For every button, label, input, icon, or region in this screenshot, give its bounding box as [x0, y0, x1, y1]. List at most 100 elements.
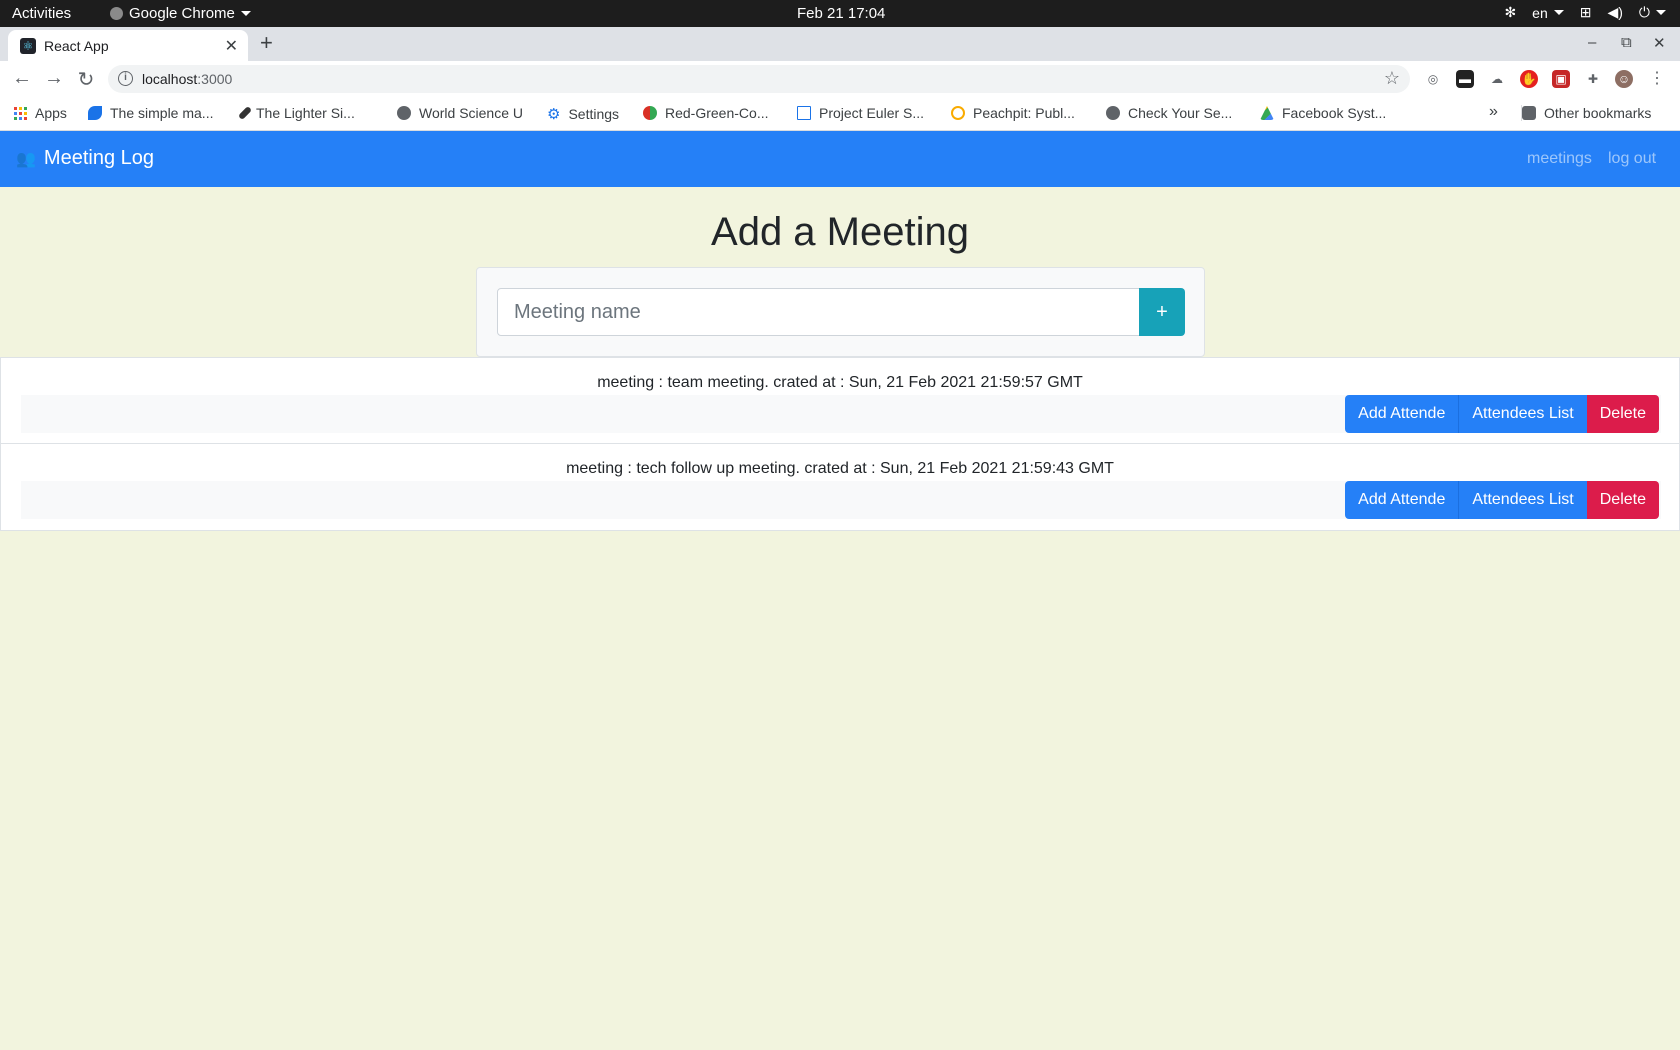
language-menu[interactable]: en — [1532, 5, 1564, 21]
incognito-extension-icon[interactable]: ▬ — [1456, 70, 1474, 88]
bookmark-item[interactable]: ⚙ Settings — [547, 105, 619, 123]
meeting-actions: Add Attende Attendees List Delete — [1345, 395, 1659, 433]
nav-link-logout[interactable]: log out — [1608, 150, 1656, 168]
system-tray[interactable]: ✻ en ⊞ ◀) ⏻ — [1504, 4, 1666, 21]
network-icon[interactable]: ⊞ — [1580, 4, 1592, 21]
app-menu-label: Google Chrome — [129, 5, 235, 22]
power-icon[interactable]: ⏻ — [1639, 4, 1666, 21]
tab-title: React App — [44, 38, 109, 54]
bookmark-apps[interactable]: Apps — [14, 105, 67, 121]
chevron-down-icon — [1553, 10, 1564, 15]
attendees-list-button[interactable]: Attendees List — [1458, 395, 1587, 433]
brand-label: Meeting Log — [43, 147, 154, 169]
folder-icon — [1522, 106, 1536, 120]
react-icon: ⚛ — [20, 38, 36, 54]
bookmark-label: Peachpit: Publ... — [973, 105, 1075, 121]
os-top-bar: Activities Google Chrome Feb 21 17:04 ✻ … — [0, 0, 1680, 27]
add-attendee-button[interactable]: Add Attende — [1345, 481, 1459, 519]
puzzle-icon[interactable]: ✚ — [1584, 70, 1602, 88]
address-bar[interactable]: i localhost:3000 ☆ — [108, 65, 1410, 93]
bookmark-item[interactable]: Peachpit: Publ... — [951, 105, 1075, 121]
bookmark-label: Project Euler S... — [819, 105, 925, 121]
volume-icon[interactable]: ◀) — [1607, 4, 1622, 21]
delete-button[interactable]: Delete — [1586, 395, 1659, 433]
close-tab-icon[interactable]: ✕ — [225, 36, 238, 56]
minimize-icon[interactable]: – — [1588, 34, 1596, 51]
activities-button[interactable]: Activities — [12, 5, 71, 22]
close-window-icon[interactable]: ✕ — [1653, 34, 1666, 52]
attendees-list-button[interactable]: Attendees List — [1458, 481, 1587, 519]
reload-icon[interactable]: ↻ — [74, 67, 98, 92]
back-icon[interactable]: ← — [10, 67, 34, 90]
new-tab-button[interactable]: + — [260, 30, 273, 56]
table-icon — [797, 106, 811, 120]
chrome-icon — [110, 7, 123, 20]
bookmark-item[interactable]: The Lighter Si... — [237, 105, 355, 121]
globe-icon — [397, 106, 411, 120]
meeting-actions: Add Attende Attendees List Delete — [1345, 481, 1659, 519]
meeting-name-input[interactable] — [497, 288, 1141, 336]
clock[interactable]: Feb 21 17:04 — [797, 5, 885, 22]
bookmark-item[interactable]: The simple ma... — [88, 105, 213, 121]
delete-button[interactable]: Delete — [1586, 481, 1659, 519]
bookmark-label: The Lighter Si... — [256, 105, 355, 121]
list-item: meeting : tech follow up meeting. crated… — [0, 444, 1680, 531]
hand-extension-icon[interactable]: ✋ — [1520, 70, 1538, 88]
cloud-extension-icon[interactable]: ☁ — [1488, 70, 1506, 88]
brand-link[interactable]: 👥 Meeting Log — [16, 147, 154, 170]
add-attendee-button[interactable]: Add Attende — [1345, 395, 1459, 433]
bookmark-label: Red-Green-Co... — [665, 105, 769, 121]
circles-icon — [643, 106, 657, 120]
list-item: meeting : team meeting. crated at : Sun,… — [0, 357, 1680, 444]
apps-grid-icon — [14, 106, 27, 120]
info-icon[interactable]: i — [118, 71, 133, 86]
red-extension-icon[interactable]: ▣ — [1552, 70, 1570, 88]
users-icon: 👥 — [16, 150, 36, 168]
meeting-list: meeting : team meeting. crated at : Sun,… — [0, 357, 1680, 531]
avatar[interactable]: ☺ — [1615, 70, 1633, 88]
bookmark-item[interactable]: Facebook Syst... — [1260, 105, 1386, 121]
bookmark-label: World Science U — [419, 105, 524, 121]
bookmark-label: Other bookmarks — [1544, 105, 1652, 121]
bookmark-item[interactable]: Check Your Se... — [1106, 105, 1232, 121]
chevron-down-icon — [240, 11, 251, 16]
bookmark-label: Facebook Syst... — [1282, 105, 1387, 121]
browser-tab[interactable]: ⚛ React App ✕ — [8, 30, 248, 61]
browser-toolbar: ← → ↻ i localhost:3000 ☆ ◎ ▬ ☁ ✋ ▣ ✚ ☺ ⋮ — [0, 61, 1680, 97]
gear-icon: ⚙ — [547, 106, 561, 123]
url-port: :3000 — [197, 71, 233, 87]
bookmark-label: Settings — [568, 106, 620, 122]
url-text[interactable]: localhost:3000 — [142, 71, 232, 87]
app-navbar: 👥 Meeting Log meetings log out — [0, 131, 1680, 187]
meeting-text: meeting : team meeting. crated at : Sun,… — [597, 374, 1083, 391]
other-bookmarks[interactable]: Other bookmarks — [1521, 105, 1651, 121]
chevron-down-icon — [1656, 10, 1666, 15]
tab-strip: ⚛ React App ✕ — [0, 27, 1680, 61]
forward-icon[interactable]: → — [42, 67, 66, 90]
bookmark-label: Apps — [35, 105, 67, 121]
bookmark-item[interactable]: Project Euler S... — [797, 105, 924, 121]
bird-icon — [88, 106, 102, 120]
app-menu[interactable]: Google Chrome — [110, 5, 251, 22]
bookmarks-bar: Apps The simple ma... The Lighter Si... … — [0, 97, 1680, 131]
clock-icon — [951, 106, 965, 120]
nav-link-meetings[interactable]: meetings — [1527, 150, 1592, 168]
page-title: Add a Meeting — [711, 210, 969, 254]
bookmark-label: The simple ma... — [110, 105, 214, 121]
add-meeting-form: + — [476, 267, 1205, 357]
extension-icon[interactable]: ◎ — [1424, 70, 1442, 88]
restore-icon[interactable]: ⧉ — [1621, 34, 1632, 51]
bookmark-label: Check Your Se... — [1128, 105, 1233, 121]
bookmark-star-icon[interactable]: ☆ — [1384, 68, 1400, 89]
meeting-text: meeting : tech follow up meeting. crated… — [566, 460, 1114, 477]
rocket-icon — [237, 105, 253, 121]
more-bookmarks-button[interactable]: » — [1489, 103, 1498, 121]
add-meeting-button[interactable]: + — [1139, 288, 1185, 336]
menu-dots-icon[interactable]: ⋮ — [1648, 70, 1666, 88]
bookmark-item[interactable]: World Science U — [397, 105, 523, 121]
url-host: localhost — [142, 71, 198, 87]
paw-icon[interactable]: ✻ — [1504, 4, 1516, 21]
bookmark-item[interactable]: Red-Green-Co... — [643, 105, 768, 121]
drive-icon — [1260, 106, 1274, 120]
language-label: en — [1532, 4, 1548, 21]
